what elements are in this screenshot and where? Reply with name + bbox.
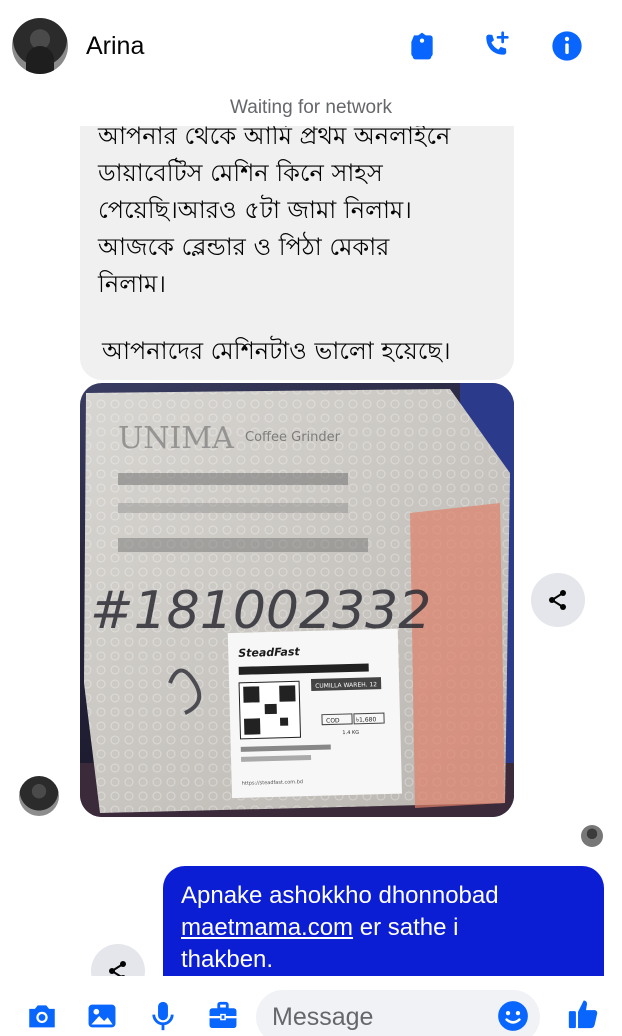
outgoing-message-bubble[interactable]: Apnake ashokkho dhonnobad maetmama.com e… [163,866,604,978]
seen-avatar [581,825,603,847]
microphone-icon[interactable] [143,996,183,1036]
gallery-icon[interactable] [82,996,122,1036]
message-line: Apnake ashokkho dhonnobad [181,882,499,909]
info-icon[interactable] [549,26,585,66]
message-line: আপনাদের মেশিনটাও ভালো হয়েছে। [102,337,451,365]
message-link[interactable]: maetmama.com [181,914,353,941]
message-line-rest: er sathe i [353,914,459,941]
chat-screen: Arina Waiting for network আপনার থেকে আমি… [0,0,622,1036]
add-call-icon[interactable] [478,26,514,66]
sender-avatar[interactable] [19,776,59,816]
camera-icon[interactable] [22,996,62,1036]
message-line: আজকে ব্লেন্ডার ও পিঠা মেকার [98,233,390,261]
network-status: Waiting for network [230,97,392,118]
label-weight: 1.4 KG [342,730,359,736]
message-line: পেয়েছি।আরও ৫টা জামা নিলাম। [98,196,412,224]
message-line: maetmama.com er sathe i [181,912,586,944]
emoji-icon[interactable] [493,996,533,1036]
label-brand: SteadFast [238,645,300,660]
message-line: নিলাম। [98,270,166,298]
incoming-message-bubble[interactable]: আপনার থেকে আমি প্রথম অনলাইনে ডায়াবেটিস … [80,126,514,380]
contact-name[interactable]: Arina [86,32,144,61]
tag-icon[interactable] [404,26,440,66]
contact-avatar[interactable] [12,18,68,74]
message-line: ডায়াবেটিস মেশিন কিনে সাহস [98,159,383,187]
label-amount: ৳1,680 [356,716,377,724]
label-cod: COD [326,717,340,724]
briefcase-icon[interactable] [203,996,243,1036]
message-line: thakben. [181,946,274,973]
thumbs-up-icon[interactable] [563,994,603,1034]
message-line: আপনার থেকে আমি প্রথম অনলাইনে [98,126,451,150]
package-photo[interactable]: UNIMA Coffee Grinder #181002332 SteadFas… [80,383,514,817]
box-brand-text: UNIMA [118,421,234,456]
chat-header: Arina [0,0,622,92]
box-product-text: Coffee Grinder [245,430,341,445]
share-icon [549,590,566,610]
share-button[interactable] [531,573,585,627]
